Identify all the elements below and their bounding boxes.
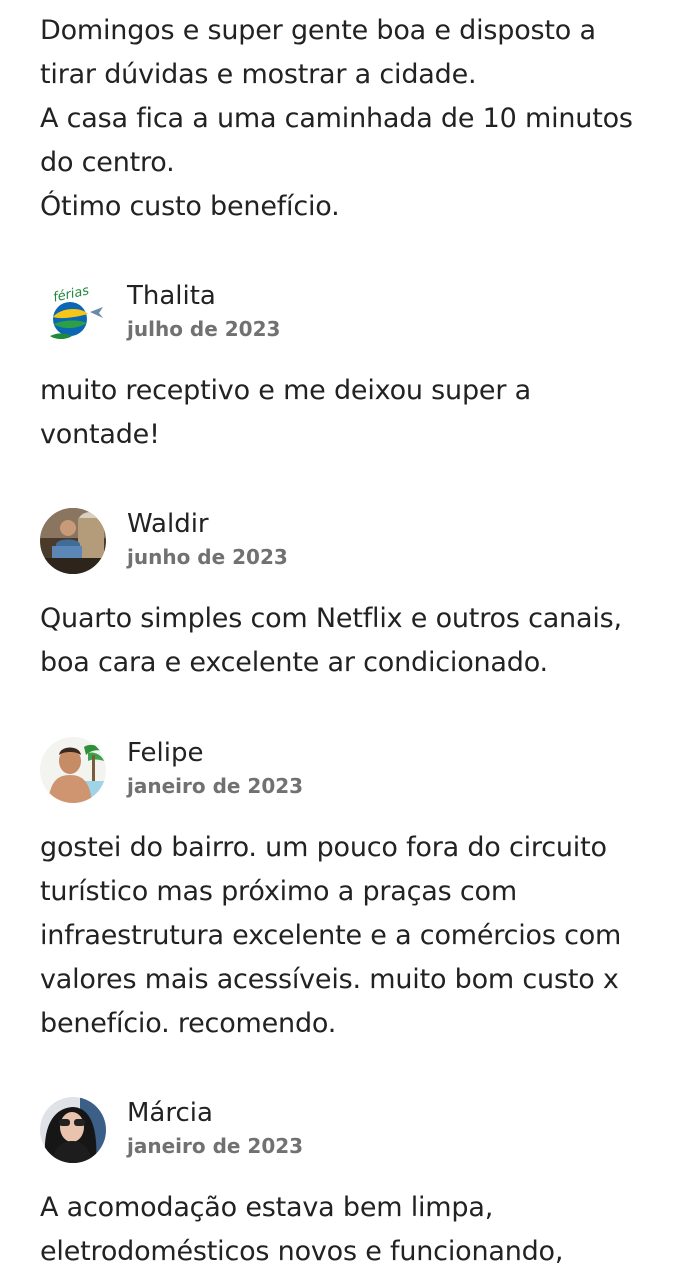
reviewer-header[interactable]: Waldir junho de 2023 (40, 508, 640, 574)
reviewer-name: Márcia (127, 1098, 213, 1128)
review-date: junho de 2023 (127, 545, 288, 569)
review-text: Domingos e super gente boa e disposto a … (40, 15, 633, 222)
review-text: muito receptivo e me deixou super a vont… (40, 375, 531, 450)
reviewer-name: Thalita (127, 281, 216, 311)
review-date: janeiro de 2023 (127, 1134, 304, 1158)
user-photo-avatar[interactable] (40, 1097, 106, 1163)
reviewer-header[interactable]: férias Thalita julho de 2023 (40, 280, 640, 346)
review-text: A acomodação estava bem limpa, eletrodom… (40, 1192, 564, 1267)
reviews-page: Domingos e super gente boa e disposto a … (0, 0, 685, 1280)
user-photo-avatar[interactable] (40, 737, 106, 803)
review-date: julho de 2023 (127, 317, 281, 341)
review-date: janeiro de 2023 (127, 774, 304, 798)
reviewer-name: Felipe (127, 738, 204, 768)
review-text: Quarto simples com Netflix e outros cana… (40, 603, 622, 678)
reviewer-name: Waldir (127, 509, 209, 539)
reviewer-header[interactable]: Felipe janeiro de 2023 (40, 737, 640, 803)
user-photo-avatar[interactable] (40, 508, 106, 574)
reviewer-header[interactable]: Márcia janeiro de 2023 (40, 1097, 640, 1163)
ferias-logo-avatar[interactable]: férias (40, 280, 106, 346)
review-text: gostei do bairro. um pouco fora do circu… (40, 832, 622, 1039)
